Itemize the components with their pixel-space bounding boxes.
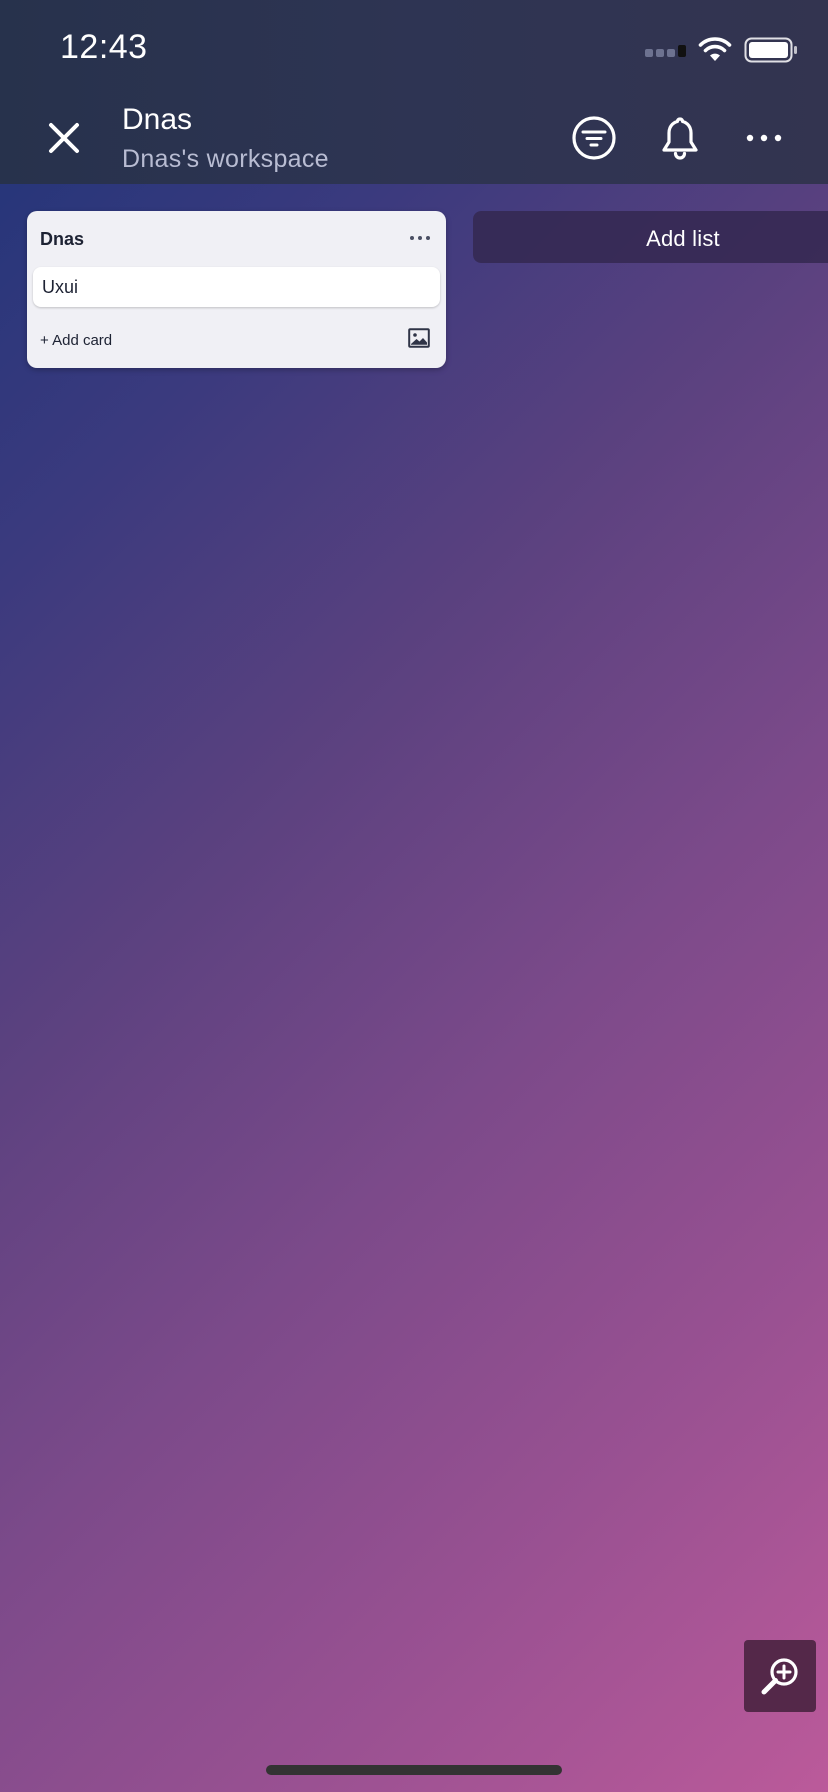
card-title: Uxui [42,277,79,297]
cellular-signal-icon [645,43,686,57]
notifications-button[interactable] [656,114,704,162]
close-button[interactable] [44,118,84,158]
home-indicator [266,1765,562,1775]
status-indicators [645,36,798,64]
top-bar: 12:43 Dnas Dnas's workspace [0,0,828,184]
add-image-button[interactable] [408,328,430,348]
list-title[interactable]: Dnas [40,229,84,250]
filter-icon [572,116,616,160]
image-icon [408,328,430,348]
bell-icon [662,117,698,160]
more-icon [746,134,782,142]
board-list: Dnas Uxui + Add card [27,211,446,368]
wifi-icon [698,37,732,63]
status-time: 12:43 [60,28,148,66]
card[interactable]: Uxui [33,267,440,307]
zoom-button[interactable] [744,1640,816,1712]
board-title: Dnas [122,103,193,136]
filter-button[interactable] [570,114,618,162]
close-icon [49,123,79,153]
more-options-button[interactable] [740,114,788,162]
add-list-label: Add list [646,226,720,251]
zoom-in-icon [761,1658,798,1695]
battery-icon [744,37,798,63]
workspace-name[interactable]: Dnas's workspace [122,145,329,174]
list-more-button[interactable] [408,228,432,248]
add-card-button[interactable]: + Add card [40,332,112,349]
add-list-button[interactable]: Add list [473,211,828,263]
more-icon [410,236,430,240]
